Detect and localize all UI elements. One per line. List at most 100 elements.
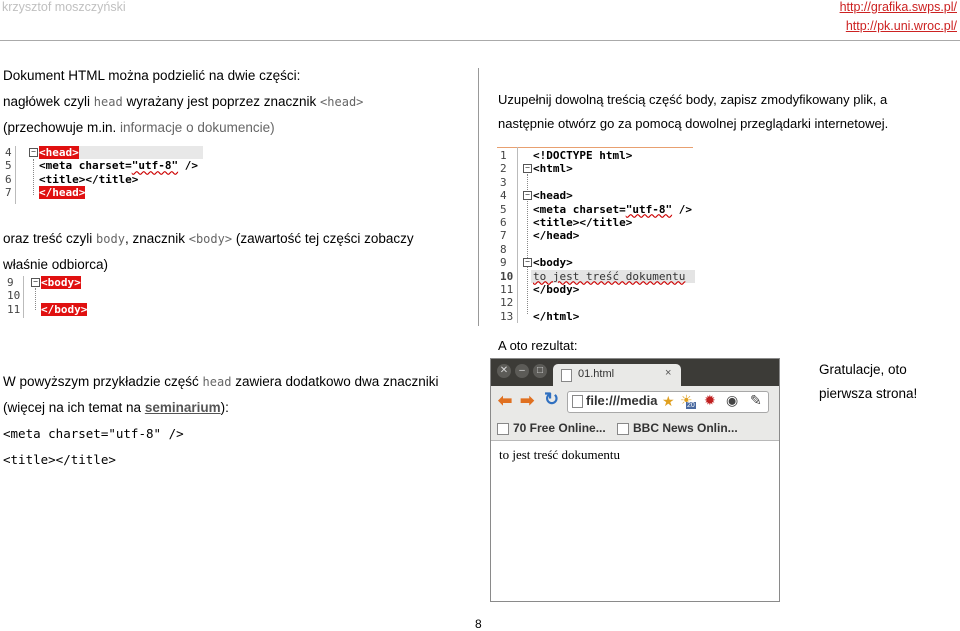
- left-paragraph-2: oraz treść czyli body, znacznik <body> (…: [3, 226, 414, 278]
- link-grafika[interactable]: http://grafika.swps.pl/: [840, 0, 957, 14]
- code-line-current[interactable]: to jest treść dokumentu: [531, 269, 695, 283]
- body-open-tag: <body>: [41, 276, 81, 289]
- fold-icon[interactable]: −: [29, 148, 38, 157]
- text: , znacznik: [124, 231, 189, 246]
- bookmark-2[interactable]: BBC News Onlin...: [633, 421, 738, 435]
- page-number: 8: [475, 617, 482, 631]
- address-bar[interactable]: file:///media ★ ☀ 20 ✹ ◉ ✎: [567, 391, 769, 413]
- forward-icon[interactable]: ➡: [520, 391, 534, 411]
- tab-close-icon[interactable]: ×: [665, 367, 671, 379]
- text: nagłówek czyli: [3, 94, 94, 109]
- left-paragraph-1: Dokument HTML można podzielić na dwie cz…: [3, 63, 363, 141]
- code-line: </body>: [41, 302, 88, 316]
- link-pk-uni[interactable]: http://pk.uni.wroc.pl/: [846, 19, 957, 33]
- left-paragraph-3: W powyższym przykładzie część head zawie…: [3, 369, 439, 473]
- line-number: 2: [500, 162, 507, 176]
- text: (więcej na ich temat na: [3, 400, 145, 415]
- head-open-tag: <head>: [39, 146, 79, 159]
- text: (przechowuje m.in.: [3, 120, 117, 135]
- fold-icon[interactable]: −: [31, 278, 40, 287]
- line-number: 5: [500, 202, 507, 216]
- code: />: [672, 202, 692, 216]
- text: oraz treść czyli: [3, 231, 97, 246]
- code-line: <head>: [533, 189, 573, 203]
- code-line: </head>: [533, 229, 580, 243]
- fold-icon[interactable]: −: [523, 258, 532, 267]
- code-line: </head>: [39, 186, 86, 200]
- left-p3-line2: (więcej na ich temat na seminarium):: [3, 395, 439, 421]
- bookmark-1[interactable]: 70 Free Online...: [513, 421, 606, 435]
- code-line: <title></title>: [39, 172, 139, 186]
- close-icon[interactable]: ✕: [497, 364, 511, 378]
- minimize-icon[interactable]: –: [515, 364, 529, 378]
- text: ):: [220, 400, 229, 415]
- fold-icon[interactable]: −: [523, 191, 532, 200]
- line-number: 4: [500, 189, 507, 203]
- fold-guide: [35, 288, 36, 310]
- code: <meta: [533, 202, 573, 216]
- line-number: 6: [5, 172, 12, 186]
- text: W powyższym przykładzie część: [3, 374, 203, 389]
- left-p1-line2: nagłówek czyli head wyrażany jest poprze…: [3, 89, 363, 115]
- gear-red-icon[interactable]: ✹: [704, 392, 716, 409]
- maximize-icon[interactable]: □: [533, 364, 547, 378]
- congrats-text: Gratulacje, oto pierwsza strona!: [819, 358, 917, 406]
- line-number: 8: [500, 242, 507, 256]
- body-close-tag: </body>: [41, 302, 88, 316]
- body-text: to jest treść dokumentu: [533, 269, 686, 283]
- seminar-link[interactable]: seminarium: [145, 400, 221, 415]
- left-p1-line3: (przechowuje m.in. informacje o dokumenc…: [3, 115, 363, 141]
- code-line: <html>: [533, 162, 573, 176]
- text: (zawartość tej części zobaczy: [232, 231, 414, 246]
- code-line: <!DOCTYPE html>: [533, 149, 633, 162]
- code-screenshot-body: 9 10 11 − <body> </body>: [3, 276, 103, 318]
- right-p1-line2: następnie otwórz go za pomocą dowolnej p…: [498, 116, 889, 131]
- code-example-meta: <meta charset="utf-8" />: [3, 426, 184, 441]
- bookmark-page-icon: [497, 423, 509, 435]
- inline-code-head: head: [93, 95, 123, 109]
- extension-icon[interactable]: ◉: [726, 392, 738, 409]
- left-p2-line1: oraz treść czyli body, znacznik <body> (…: [3, 226, 414, 252]
- line-number: 10: [500, 269, 514, 283]
- column-divider: [478, 68, 479, 326]
- line-number: 10: [7, 289, 21, 303]
- header-divider: [0, 40, 960, 41]
- browser-toolbar: ⬅ ➡ ↻ file:///media ★ ☀ 20 ✹ ◉ ✎: [491, 386, 779, 418]
- browser-page-content: to jest treść dokumentu: [499, 447, 620, 462]
- result-label: A oto rezultat:: [498, 338, 578, 353]
- congrats-line2: pierwsza strona!: [819, 386, 918, 401]
- code-line: <body>: [41, 276, 81, 289]
- badge-count: 20: [686, 402, 696, 409]
- text: zawiera dodatkowo dwa znaczniki: [231, 374, 439, 389]
- line-number: 13: [500, 309, 514, 323]
- code: "utf-8": [131, 159, 179, 173]
- congrats-line1: Gratulacje, oto: [819, 362, 907, 377]
- wrench-icon[interactable]: ✎: [750, 392, 762, 409]
- reload-icon[interactable]: ↻: [544, 389, 559, 410]
- line-number: 11: [7, 302, 21, 316]
- right-p1-line1: Uzupełnij dowolną treścią część body, za…: [498, 92, 888, 107]
- line-number: 1: [500, 149, 507, 162]
- back-icon[interactable]: ⬅: [498, 391, 512, 411]
- code: charset=: [572, 202, 626, 216]
- line-number: 5: [5, 159, 12, 173]
- code: "utf-8": [625, 202, 673, 216]
- code-screenshot-head: 4 5 6 7 − <head> <meta charset="utf-8" /…: [3, 146, 203, 204]
- fold-guide: [33, 159, 34, 195]
- star-icon[interactable]: ★: [662, 393, 675, 410]
- browser-tab[interactable]: 01.html ×: [553, 364, 681, 387]
- text: wyrażany jest poprzez znacznik: [122, 94, 321, 109]
- code-line: <meta charset="utf-8" />: [533, 203, 692, 216]
- fold-icon[interactable]: −: [523, 164, 532, 173]
- gutter-line: [23, 276, 24, 318]
- gutter-line: [517, 147, 518, 323]
- line-number: 4: [5, 146, 12, 159]
- bookmarks-bar: 70 Free Online... BBC News Onlin...: [491, 418, 779, 441]
- bookmark-page-icon: [617, 423, 629, 435]
- left-p2-line2: właśnie odbiorca): [3, 257, 109, 272]
- code-line: <body>: [533, 256, 573, 270]
- top-border: [497, 147, 693, 148]
- head-close-tag: </head>: [39, 186, 86, 200]
- line-number: 7: [5, 186, 12, 200]
- line-number: 12: [500, 296, 514, 310]
